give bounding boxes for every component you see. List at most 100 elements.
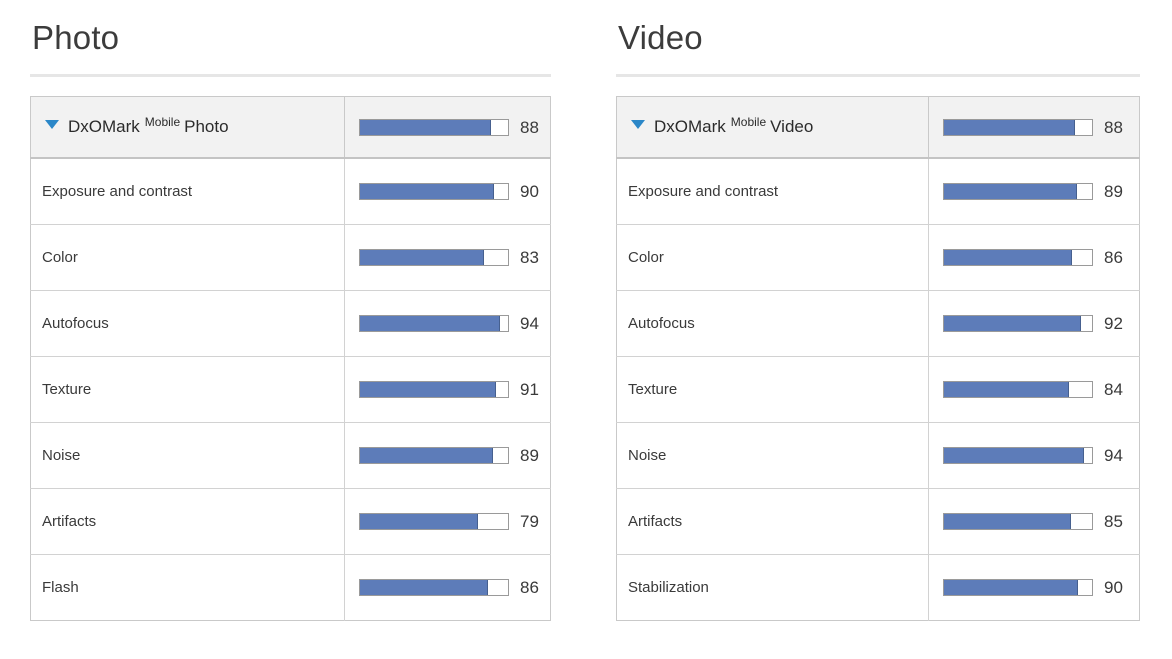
- row-score-cell: 92: [928, 290, 1140, 357]
- photo-header-bar-fill: [360, 119, 492, 135]
- row-label: Texture: [30, 356, 345, 423]
- row-score-value: 85: [1104, 512, 1123, 531]
- video-table-header-row[interactable]: DxOMark Mobile Video 88: [616, 96, 1140, 159]
- photo-header-kind: Photo: [184, 117, 229, 136]
- row-bar-fill: [944, 514, 1071, 529]
- row-bar-track: [359, 249, 509, 266]
- row-bar-track: [943, 249, 1093, 266]
- photo-header-label-cell[interactable]: DxOMark Mobile Photo: [30, 96, 345, 159]
- table-row: Texture 91: [30, 356, 551, 423]
- row-label: Color: [616, 224, 929, 291]
- row-score-value: 89: [520, 446, 539, 465]
- table-row: Exposure and contrast 90: [30, 157, 551, 225]
- row-score-cell: 91: [344, 356, 551, 423]
- row-score-value: 89: [1104, 182, 1123, 201]
- photo-header-brand: DxOMark: [68, 117, 140, 136]
- page-title-video: Video: [618, 19, 703, 56]
- table-row: Artifacts 79: [30, 488, 551, 555]
- row-score-value: 83: [520, 248, 539, 267]
- row-bar-wrap: 89: [359, 447, 549, 464]
- row-score-value: 86: [1104, 248, 1123, 267]
- page-title-photo: Photo: [32, 19, 120, 56]
- row-score-cell: 86: [928, 224, 1140, 291]
- photo-header-title: DxOMark Mobile Photo: [45, 115, 229, 137]
- row-bar-fill: [360, 316, 501, 331]
- video-header-superscript: Mobile: [730, 115, 767, 129]
- table-row: Texture 84: [616, 356, 1140, 423]
- caret-down-icon[interactable]: [45, 120, 59, 129]
- row-bar-wrap: 86: [943, 249, 1138, 266]
- video-panel: Video DxOMark Mobile Video 88 Exposure a…: [586, 0, 1172, 659]
- row-bar-track: [359, 447, 509, 464]
- row-bar-wrap: 90: [359, 183, 549, 200]
- row-score-cell: 90: [928, 554, 1140, 621]
- row-bar-track: [943, 315, 1093, 332]
- table-row: Color 83: [30, 224, 551, 291]
- row-bar-track: [359, 381, 509, 398]
- table-row: Color 86: [616, 224, 1140, 291]
- row-bar-wrap: 89: [943, 183, 1138, 200]
- photo-score-table: DxOMark Mobile Photo 88 Exposure and con…: [30, 96, 551, 621]
- video-header-bar-track: [943, 118, 1093, 136]
- row-score-cell: 94: [344, 290, 551, 357]
- video-header-bar-wrap: 88: [943, 117, 1138, 137]
- row-score-value: 94: [520, 314, 539, 333]
- row-bar-fill: [944, 448, 1085, 463]
- row-bar-wrap: 94: [943, 447, 1138, 464]
- row-bar-track: [943, 183, 1093, 200]
- row-bar-fill: [360, 514, 478, 529]
- row-label: Texture: [616, 356, 929, 423]
- row-score-value: 90: [520, 182, 539, 201]
- row-bar-wrap: 94: [359, 315, 549, 332]
- photo-table-header-row[interactable]: DxOMark Mobile Photo 88: [30, 96, 551, 159]
- row-bar-track: [359, 183, 509, 200]
- row-bar-wrap: 86: [359, 579, 549, 596]
- row-label: Autofocus: [30, 290, 345, 357]
- row-bar-fill: [944, 250, 1073, 265]
- row-score-cell: 84: [928, 356, 1140, 423]
- video-header-bar-fill: [944, 119, 1076, 135]
- row-label: Artifacts: [616, 488, 929, 555]
- row-label: Stabilization: [616, 554, 929, 621]
- scores-page: Photo DxOMark Mobile Photo 88 Exposure a…: [0, 0, 1172, 659]
- row-score-value: 86: [520, 578, 539, 597]
- row-bar-fill: [944, 184, 1077, 199]
- row-bar-wrap: 83: [359, 249, 549, 266]
- row-label: Noise: [616, 422, 929, 489]
- title-divider-video: [616, 74, 1140, 77]
- row-score-cell: 90: [344, 157, 551, 225]
- video-header-score-value: 88: [1104, 117, 1123, 137]
- table-row: Noise 94: [616, 422, 1140, 489]
- row-score-cell: 94: [928, 422, 1140, 489]
- video-header-label-cell[interactable]: DxOMark Mobile Video: [616, 96, 929, 159]
- row-bar-wrap: 85: [943, 513, 1138, 530]
- title-divider-photo: [30, 74, 551, 77]
- video-score-table: DxOMark Mobile Video 88 Exposure and con…: [616, 96, 1140, 621]
- photo-header-bar-wrap: 88: [359, 118, 549, 136]
- row-label: Color: [30, 224, 345, 291]
- row-bar-fill: [360, 382, 496, 397]
- row-bar-fill: [944, 382, 1070, 397]
- row-bar-track: [359, 315, 509, 332]
- row-bar-fill: [360, 448, 493, 463]
- row-score-value: 84: [1104, 380, 1123, 399]
- table-row: Artifacts 85: [616, 488, 1140, 555]
- row-score-cell: 83: [344, 224, 551, 291]
- row-bar-fill: [360, 250, 484, 265]
- row-label: Artifacts: [30, 488, 345, 555]
- row-score-cell: 85: [928, 488, 1140, 555]
- row-bar-fill: [944, 580, 1079, 595]
- video-header-brand: DxOMark: [654, 117, 726, 136]
- video-header-score-cell: 88: [928, 96, 1140, 159]
- table-row: Autofocus 94: [30, 290, 551, 357]
- row-bar-track: [359, 513, 509, 530]
- row-bar-wrap: 90: [943, 579, 1138, 596]
- row-score-value: 79: [520, 512, 539, 531]
- caret-down-icon[interactable]: [631, 120, 645, 129]
- row-bar-fill: [360, 184, 495, 199]
- row-bar-fill: [360, 580, 489, 595]
- video-header-title: DxOMark Mobile Video: [631, 115, 813, 137]
- table-row: Flash 86: [30, 554, 551, 621]
- row-bar-track: [359, 579, 509, 596]
- row-bar-wrap: 91: [359, 381, 549, 398]
